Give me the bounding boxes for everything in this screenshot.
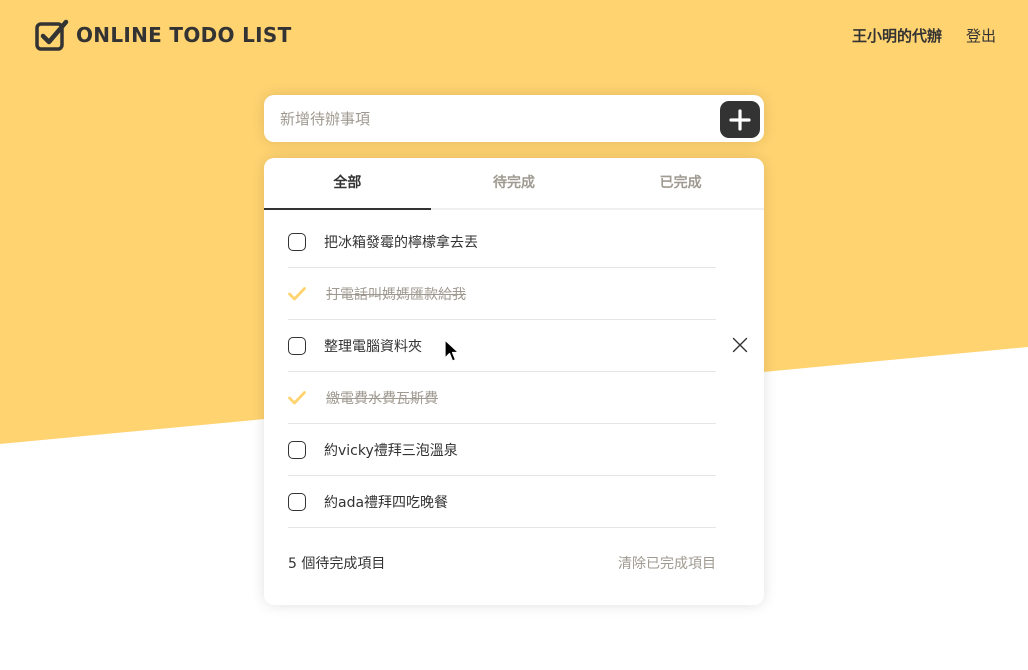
todo-checkbox[interactable] [288,440,306,459]
tab-all[interactable]: 全部 [264,158,431,210]
tab-completed[interactable]: 已完成 [597,158,764,208]
delete-icon[interactable] [732,337,748,353]
todo-list: 把冰箱發霉的檸檬拿去丟 打電話叫媽媽匯款給我 整理電腦資料夾 繳電費水費瓦斯費 … [288,216,748,528]
todo-checkbox[interactable] [288,492,306,511]
nav-right: 王小明的代辦 登出 [852,25,996,46]
todo-text: 繳電費水費瓦斯費 [326,390,438,407]
clear-completed-button[interactable]: 清除已完成項目 [618,553,716,573]
todo-item[interactable]: 整理電腦資料夾 [288,320,748,372]
todo-text: 打電話叫媽媽匯款給我 [326,286,466,303]
checkmark-icon[interactable] [288,285,308,303]
pending-count: 5 個待完成項目 [288,556,386,572]
todo-item[interactable]: 把冰箱發霉的檸檬拿去丟 [288,216,716,268]
checkbox-logo-icon [35,19,69,51]
plus-icon [729,108,751,131]
todo-text: 把冰箱發霉的檸檬拿去丟 [324,234,478,251]
user-name: 王小明的代辦 [851,27,942,45]
todo-checkbox[interactable] [288,232,306,251]
todo-text: 約vicky禮拜三泡溫泉 [324,442,458,459]
todo-card: 全部 待完成 已完成 把冰箱發霉的檸檬拿去丟 打電話叫媽媽匯款給我 整理電腦資料… [264,158,764,605]
todo-footer: 5 個待完成項目 清除已完成項目 [288,553,716,573]
logo[interactable]: ONLINE TODO LIST [34,17,292,53]
logout-link[interactable]: 登出 [966,25,996,46]
filter-tabs: 全部 待完成 已完成 [264,158,764,210]
todo-item[interactable]: 繳電費水費瓦斯費 [288,372,716,424]
todo-item[interactable]: 約vicky禮拜三泡溫泉 [288,424,716,476]
add-todo-input[interactable] [264,95,704,142]
navbar: ONLINE TODO LIST 王小明的代辦 登出 [0,0,1028,72]
checkmark-icon[interactable] [288,389,308,407]
todo-text: 約ada禮拜四吃晚餐 [324,494,449,511]
tab-pending[interactable]: 待完成 [431,158,598,208]
todo-item[interactable]: 約ada禮拜四吃晚餐 [288,476,716,528]
todo-text: 整理電腦資料夾 [324,338,422,355]
logo-text: ONLINE TODO LIST [76,23,292,47]
todo-checkbox[interactable] [288,336,306,355]
add-todo-bar [264,95,764,142]
mouse-cursor-icon [444,339,460,362]
todo-item[interactable]: 打電話叫媽媽匯款給我 [288,268,716,320]
add-todo-button[interactable] [720,101,760,138]
